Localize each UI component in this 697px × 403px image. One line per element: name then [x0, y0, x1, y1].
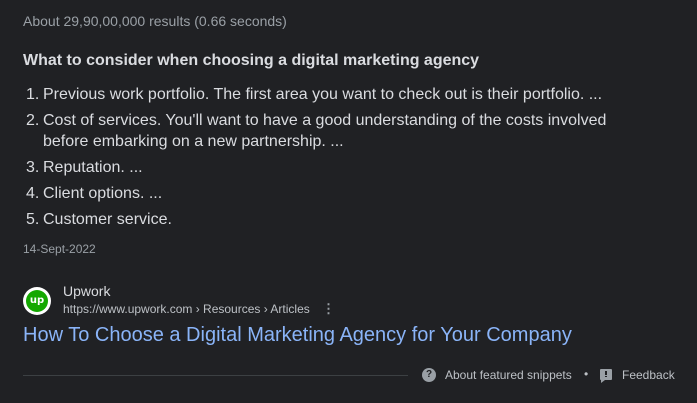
list-item-text: Previous work portfolio. The first area …: [43, 86, 603, 103]
divider: [23, 375, 408, 376]
list-item-text: Reputation. ...: [43, 159, 143, 176]
list-item-number: 4.: [26, 185, 40, 202]
feedback-link[interactable]: Feedback: [622, 368, 675, 382]
site-name[interactable]: Upwork: [63, 283, 110, 299]
list-item-number: 2.: [26, 112, 40, 129]
list-item: 4. Client options. ...: [23, 183, 623, 204]
feedback-icon[interactable]: [600, 369, 612, 383]
footer-separator: •: [584, 367, 589, 381]
snippet-footer: ? About featured snippets • Feedback: [422, 367, 692, 385]
favicon-text: up: [26, 290, 48, 312]
result-stats: About 29,90,00,000 results (0.66 seconds…: [23, 13, 287, 29]
snippet-date: 14-Sept-2022: [23, 242, 96, 256]
list-item-text: Cost of services. You'll want to have a …: [43, 112, 607, 150]
result-title-link[interactable]: How To Choose a Digital Marketing Agency…: [23, 324, 572, 347]
list-item-number: 1.: [26, 86, 40, 103]
upwork-logo-icon[interactable]: up: [23, 287, 51, 315]
list-item: 3. Reputation. ...: [23, 157, 623, 178]
help-circle-icon[interactable]: ?: [422, 368, 436, 382]
about-featured-snippets-link[interactable]: About featured snippets: [445, 368, 572, 382]
list-item-text: Client options. ...: [43, 185, 163, 202]
more-vert-icon[interactable]: ⋮: [322, 302, 335, 316]
list-item-text: Customer service.: [43, 211, 172, 228]
list-item: 1. Previous work portfolio. The first are…: [23, 84, 623, 105]
snippet-list: 1. Previous work portfolio. The first are…: [23, 84, 623, 235]
list-item-number: 3.: [26, 159, 40, 176]
source-row[interactable]: up Upwork https://www.upwork.com › Resou…: [23, 283, 523, 319]
list-item-number: 5.: [26, 211, 40, 228]
list-item: 2. Cost of services. You'll want to have …: [23, 110, 623, 152]
snippet-heading: What to consider when choosing a digital…: [23, 52, 480, 69]
list-item: 5. Customer service.: [23, 209, 623, 230]
site-url[interactable]: https://www.upwork.com › Resources › Art…: [63, 302, 310, 316]
